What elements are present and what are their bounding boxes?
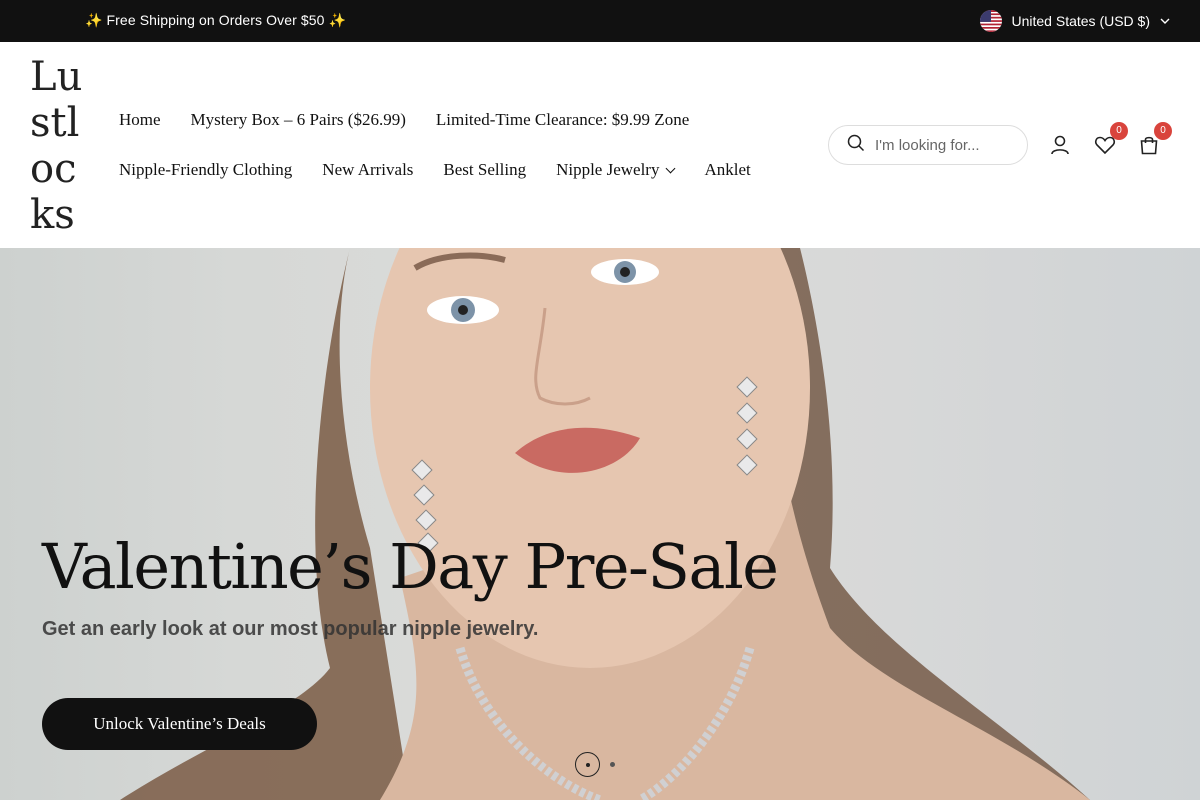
nav-item-nipple-friendly-clothing[interactable]: Nipple-Friendly Clothing xyxy=(119,160,292,180)
announcement-text: ✨ Free Shipping on Orders Over $50 ✨ xyxy=(85,12,347,28)
site-header: Lustlocks Home Mystery Box – 6 Pairs ($2… xyxy=(0,42,1200,248)
nav-item-anklet[interactable]: Anklet xyxy=(704,160,750,180)
hero-title: Valentine’s Day Pre-Sale xyxy=(42,530,779,603)
nav-item-nipple-jewelry[interactable]: Nipple Jewelry xyxy=(556,160,676,180)
nav-item-clearance[interactable]: Limited-Time Clearance: $9.99 Zone xyxy=(436,110,689,130)
currency-selector[interactable]: United States (USD $) xyxy=(979,10,1171,32)
unlock-deals-button[interactable]: Unlock Valentine’s Deals xyxy=(42,698,317,750)
user-icon xyxy=(1051,135,1069,155)
cart-button[interactable]: 0 xyxy=(1138,122,1172,156)
hero-subtitle: Get an early look at our most popular ni… xyxy=(42,618,539,640)
us-flag-icon xyxy=(979,10,1002,32)
nav-item-home[interactable]: Home xyxy=(119,110,161,130)
nav-item-nipple-jewelry-label: Nipple Jewelry xyxy=(556,160,660,179)
cart-count-badge: 0 xyxy=(1154,122,1172,140)
search-input[interactable] xyxy=(875,136,1015,154)
account-button[interactable] xyxy=(1049,134,1071,156)
slide-dot-2[interactable] xyxy=(610,762,615,767)
nav-item-new-arrivals[interactable]: New Arrivals xyxy=(322,160,413,180)
hero-banner: Valentine’s Day Pre-Sale Get an early lo… xyxy=(0,248,1200,800)
wishlist-count-badge: 0 xyxy=(1110,122,1128,140)
nav-row-2: Nipple-Friendly Clothing New Arrivals Be… xyxy=(119,158,809,182)
nav-item-best-selling[interactable]: Best Selling xyxy=(443,160,526,180)
announcement-bar: ✨ Free Shipping on Orders Over $50 ✨ Uni… xyxy=(0,0,1200,42)
wishlist-button[interactable]: 0 xyxy=(1094,122,1128,156)
slideshow-pagination xyxy=(575,752,615,777)
nav-item-mystery-box[interactable]: Mystery Box – 6 Pairs ($26.99) xyxy=(191,110,406,130)
currency-label: United States (USD $) xyxy=(1011,13,1151,29)
site-logo[interactable]: Lustlocks xyxy=(30,54,90,238)
search-icon xyxy=(847,134,865,157)
chevron-down-icon xyxy=(1160,13,1170,29)
nav-row-1: Home Mystery Box – 6 Pairs ($26.99) Limi… xyxy=(119,108,809,132)
chevron-down-icon xyxy=(666,163,676,173)
search-box[interactable] xyxy=(828,125,1028,165)
main-nav: Home Mystery Box – 6 Pairs ($26.99) Limi… xyxy=(119,108,809,208)
slide-dot-1[interactable] xyxy=(575,752,600,777)
